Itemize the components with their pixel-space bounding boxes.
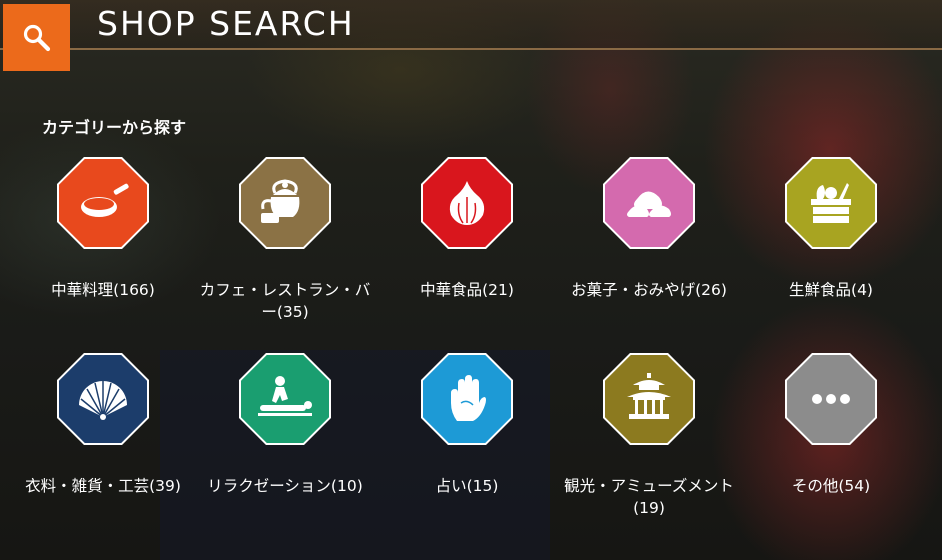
category-fortune-telling[interactable]: 占い(15) bbox=[376, 353, 558, 497]
more-dots-icon bbox=[812, 394, 850, 404]
category-badge bbox=[57, 353, 149, 445]
garlic-icon bbox=[449, 181, 485, 225]
vegetable-basket-icon bbox=[811, 183, 851, 223]
palm-hand-icon bbox=[451, 375, 486, 421]
category-cafe-restaurant-bar[interactable]: カフェ・レストラン・バー(35) bbox=[194, 157, 376, 323]
category-chinese-cuisine[interactable]: 中華料理(166) bbox=[12, 157, 194, 301]
folding-fan-icon bbox=[79, 381, 127, 420]
category-label: 衣料・雑貨・工芸(39) bbox=[25, 477, 181, 495]
category-badge bbox=[239, 157, 331, 249]
search-button[interactable] bbox=[3, 4, 70, 71]
category-label: リラクゼーション(10) bbox=[207, 477, 363, 495]
section-label: カテゴリーから探す bbox=[42, 118, 187, 137]
wok-icon bbox=[81, 183, 129, 217]
category-label: カフェ・レストラン・バー(35) bbox=[199, 281, 371, 321]
category-label: 中華食品(21) bbox=[420, 281, 514, 299]
category-other[interactable]: その他(54) bbox=[740, 353, 922, 497]
category-badge bbox=[785, 157, 877, 249]
category-badge bbox=[421, 157, 513, 249]
category-badge bbox=[57, 157, 149, 249]
category-badge bbox=[785, 353, 877, 445]
category-badge bbox=[603, 353, 695, 445]
pavilion-icon bbox=[627, 373, 671, 419]
search-icon bbox=[23, 24, 50, 51]
category-badge bbox=[421, 353, 513, 445]
header-bar: SHOP SEARCH bbox=[0, 0, 942, 50]
category-relaxation[interactable]: リラクゼーション(10) bbox=[194, 353, 376, 497]
category-label: 観光・アミューズメント(19) bbox=[564, 477, 734, 517]
category-label: お菓子・おみやげ(26) bbox=[571, 281, 727, 299]
category-label: 中華料理(166) bbox=[51, 281, 155, 299]
category-label: 占い(15) bbox=[435, 477, 499, 495]
category-sweets-souvenirs[interactable]: お菓子・おみやげ(26) bbox=[558, 157, 740, 301]
buns-icon bbox=[627, 191, 671, 217]
page-title: SHOP SEARCH bbox=[97, 4, 355, 43]
category-chinese-food[interactable]: 中華食品(21) bbox=[376, 157, 558, 301]
category-sightseeing-amusement[interactable]: 観光・アミューズメント(19) bbox=[558, 353, 740, 519]
category-badge bbox=[603, 157, 695, 249]
massage-icon bbox=[258, 376, 312, 416]
category-badge bbox=[239, 353, 331, 445]
teapot-icon bbox=[261, 179, 300, 223]
category-fresh-food[interactable]: 生鮮食品(4) bbox=[740, 157, 922, 301]
category-label: その他(54) bbox=[791, 477, 871, 495]
category-clothing-goods-crafts[interactable]: 衣料・雑貨・工芸(39) bbox=[12, 353, 194, 497]
category-label: 生鮮食品(4) bbox=[789, 281, 873, 299]
